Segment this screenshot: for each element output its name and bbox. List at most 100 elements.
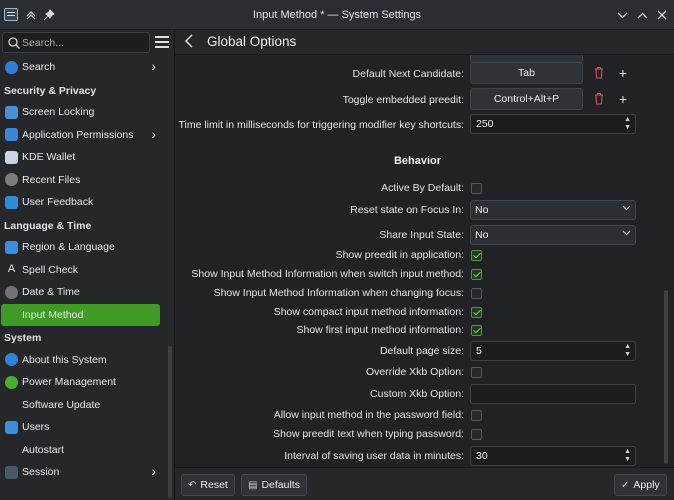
- input-method-icon: [5, 308, 18, 322]
- behavior-combobox[interactable]: No: [470, 200, 636, 220]
- info-icon: [5, 353, 18, 367]
- page-title: Global Options: [207, 34, 297, 49]
- sidebar-item-input-method[interactable]: Input Method: [1, 303, 160, 326]
- behavior-label: Custom Xkb Option:: [370, 388, 464, 400]
- sidebar-item-session[interactable]: Session ›: [0, 461, 168, 484]
- apply-button[interactable]: ✓ Apply: [614, 474, 667, 496]
- add-icon[interactable]: +: [617, 92, 629, 106]
- content-scrollbar[interactable]: [664, 290, 668, 464]
- toggle-embedded-preedit-button[interactable]: Control+Alt+P: [470, 88, 583, 110]
- defaults-button[interactable]: ▤ Defaults: [241, 474, 307, 496]
- sidebar-item-label: Software Update: [22, 398, 101, 411]
- behavior-checkbox[interactable]: [471, 288, 482, 299]
- screen-lock-icon: [5, 105, 18, 119]
- behavior-label: Show Input Method Information when chang…: [213, 287, 464, 299]
- sidebar-item-label: Recent Files: [22, 173, 81, 186]
- sidebar-item-label: Spell Check: [22, 263, 79, 276]
- sidebar-item-label: Input Method: [22, 308, 84, 321]
- behavior-combobox[interactable]: No: [470, 225, 636, 245]
- sidebar-item-label: Session: [22, 466, 60, 479]
- feedback-icon: [5, 195, 18, 209]
- window-title: Input Method * — System Settings: [252, 9, 422, 21]
- behavior-checkbox[interactable]: [471, 367, 482, 378]
- sidebar-section-header: Language & Time: [4, 219, 92, 232]
- sidebar-item-users[interactable]: Users: [0, 416, 168, 439]
- autostart-icon: [5, 443, 18, 457]
- sidebar-section-header: Security & Privacy: [4, 84, 97, 97]
- session-icon: [5, 465, 18, 479]
- time-limit-spinbox[interactable]: 250 ▲ ▼: [470, 114, 636, 134]
- search-field[interactable]: [2, 32, 150, 53]
- checkmark-icon: ✓: [621, 479, 630, 491]
- behavior-checkbox[interactable]: [471, 325, 482, 336]
- sidebar-item-power-management[interactable]: Power Management: [0, 371, 168, 394]
- sidebar-item-date-time[interactable]: Date & Time: [0, 281, 168, 304]
- behavior-checkbox[interactable]: [471, 250, 482, 261]
- chevron-right-icon: ›: [151, 463, 156, 479]
- behavior-checkbox[interactable]: [471, 183, 482, 194]
- shield-icon: [5, 128, 18, 142]
- behavior-label: Show first input method information:: [296, 324, 465, 336]
- sidebar-item-label: Application Permissions: [22, 128, 134, 141]
- sidebar-item-kde-wallet[interactable]: KDE Wallet: [0, 146, 168, 169]
- spin-arrows-icon[interactable]: ▲ ▼: [624, 343, 631, 359]
- sidebar-item-label: User Feedback: [22, 196, 94, 209]
- trash-icon[interactable]: [593, 66, 605, 79]
- globe-icon: [5, 240, 18, 254]
- search-input[interactable]: [22, 35, 142, 50]
- page-header: Global Options: [175, 30, 674, 55]
- sidebar-item-screen-locking[interactable]: Screen Locking: [0, 101, 168, 124]
- behavior-checkbox[interactable]: [471, 410, 482, 421]
- close-button[interactable]: [654, 7, 670, 23]
- behavior-checkbox[interactable]: [471, 269, 482, 280]
- sidebar-item-autostart[interactable]: Autostart: [0, 439, 168, 462]
- sidebar-item-label: Screen Locking: [22, 106, 95, 119]
- behavior-label: Show preedit in application:: [335, 249, 464, 261]
- sidebar-item-label: About this System: [22, 353, 107, 366]
- behavior-checkbox[interactable]: [471, 307, 482, 318]
- custom-xkb-input[interactable]: [470, 384, 636, 404]
- time-limit-label: Time limit in milliseconds for triggerin…: [178, 119, 464, 131]
- chevron-right-icon: ›: [151, 125, 156, 142]
- sidebar-item-about-this-system[interactable]: About this System: [0, 349, 168, 372]
- sidebar-item-software-update[interactable]: Software Update: [0, 394, 168, 417]
- behavior-section-title: Behavior: [393, 155, 442, 167]
- reset-button[interactable]: ↶ Reset: [181, 474, 235, 496]
- title-bar: Input Method * — System Settings: [0, 0, 674, 30]
- sidebar-item-label: Power Management: [22, 376, 116, 389]
- behavior-spinbox[interactable]: 30 ▲ ▼: [470, 446, 636, 466]
- behavior-checkbox[interactable]: [471, 429, 482, 440]
- minimize-button[interactable]: [614, 7, 630, 23]
- default-next-candidate-button[interactable]: Tab: [470, 62, 583, 84]
- spin-arrows-icon[interactable]: ▲ ▼: [624, 448, 631, 464]
- back-arrow-icon[interactable]: [184, 34, 194, 51]
- spin-arrows-icon[interactable]: ▲ ▼: [624, 116, 631, 132]
- sidebar-item-label: KDE Wallet: [22, 151, 76, 164]
- sidebar-item-region-language[interactable]: Region & Language: [0, 236, 168, 259]
- hamburger-menu-icon[interactable]: [155, 36, 169, 48]
- sidebar-item-application-permissions[interactable]: Application Permissions ›: [0, 124, 168, 147]
- sidebar-item-recent-files[interactable]: Recent Files: [0, 169, 168, 192]
- behavior-label: Show preedit text when typing password:: [273, 428, 464, 440]
- sidebar-list: Search › Security & Privacy Screen Locking A…: [0, 56, 168, 484]
- sidebar-item-label: Users: [22, 421, 50, 434]
- power-icon: [5, 375, 18, 389]
- spinbox-value: 5: [476, 345, 482, 357]
- footer-bar: ↶ Reset ▤ Defaults ✓ Apply: [175, 467, 674, 500]
- add-icon[interactable]: +: [617, 66, 629, 80]
- behavior-label: Reset state on Focus In:: [350, 204, 464, 216]
- sidebar-item-label: Region & Language: [22, 241, 115, 254]
- behavior-label: Interval of saving user data in minutes:: [284, 450, 464, 462]
- trash-icon[interactable]: [593, 92, 605, 105]
- maximize-button[interactable]: [634, 7, 650, 23]
- search-icon: [5, 60, 18, 74]
- sidebar-scrollbar[interactable]: [168, 346, 172, 498]
- sidebar-item-user-feedback[interactable]: User Feedback: [0, 191, 168, 214]
- sidebar-item-spell-check[interactable]: A Spell Check: [0, 259, 168, 282]
- sidebar-item-label: Search: [22, 61, 56, 74]
- sidebar-item-search[interactable]: Search ›: [0, 56, 168, 79]
- users-icon: [5, 420, 18, 434]
- behavior-spinbox[interactable]: 5 ▲ ▼: [470, 341, 636, 361]
- spinbox-value: 30: [476, 450, 488, 462]
- spell-check-icon: A: [5, 263, 18, 277]
